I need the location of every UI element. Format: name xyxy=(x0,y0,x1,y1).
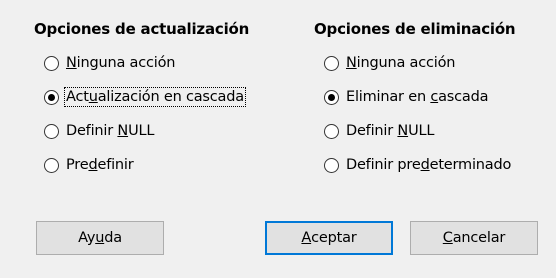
delete-options-group: Opciones de eliminación Ninguna acción E… xyxy=(314,18,516,182)
delete-options-title: Opciones de eliminación xyxy=(314,20,516,38)
delete-no-action-label: Ninguna acción xyxy=(346,55,456,71)
update-option-cascade[interactable]: Actualización en cascada xyxy=(34,80,249,114)
delete-set-null-label: Definir NULL xyxy=(346,123,435,139)
help-button-label-pre: Ay xyxy=(78,230,96,246)
delete-cascade-radio[interactable] xyxy=(324,89,339,105)
delete-cascade-label: Eliminar en cascada xyxy=(346,89,489,105)
delete-set-default-label: Definir predeterminado xyxy=(346,157,512,173)
relation-options-dialog: Opciones de actualización Ninguna acción… xyxy=(0,0,556,278)
help-button-label-key: u xyxy=(95,230,105,246)
help-button[interactable]: Ay u da xyxy=(36,221,164,255)
update-cascade-radio[interactable] xyxy=(44,89,59,105)
delete-option-set-null[interactable]: Definir NULL xyxy=(314,114,515,148)
delete-option-cascade[interactable]: Eliminar en cascada xyxy=(314,80,515,114)
delete-set-null-radio[interactable] xyxy=(324,123,339,139)
cancel-button[interactable]: Cancelar xyxy=(410,221,538,255)
update-set-null-label: Definir NULL xyxy=(66,123,155,139)
update-options-group: Opciones de actualización Ninguna acción… xyxy=(34,18,249,182)
help-button-label-post: da xyxy=(104,230,122,246)
ok-button-label-post: ceptar xyxy=(311,230,357,246)
update-option-no-action[interactable]: Ninguna acción xyxy=(34,46,249,80)
update-cascade-label: Actualización en cascada xyxy=(64,87,246,107)
cancel-button-label-key: C xyxy=(442,230,453,246)
update-set-null-radio[interactable] xyxy=(44,123,59,139)
update-no-action-radio[interactable] xyxy=(44,55,59,71)
ok-button-label-key: A xyxy=(301,230,312,246)
update-set-default-label: Predefinir xyxy=(66,157,134,173)
cancel-button-label-post: ancelar xyxy=(452,230,506,246)
delete-option-set-default[interactable]: Definir predeterminado xyxy=(314,148,515,182)
delete-no-action-radio[interactable] xyxy=(324,55,339,71)
update-option-set-default[interactable]: Predefinir xyxy=(34,148,249,182)
delete-option-no-action[interactable]: Ninguna acción xyxy=(314,46,515,80)
delete-set-default-radio[interactable] xyxy=(324,157,339,173)
ok-button[interactable]: Aceptar xyxy=(265,221,393,255)
update-options-title: Opciones de actualización xyxy=(34,20,250,38)
update-no-action-label: Ninguna acción xyxy=(66,55,176,71)
update-option-set-null[interactable]: Definir NULL xyxy=(34,114,249,148)
update-set-default-radio[interactable] xyxy=(44,157,59,173)
